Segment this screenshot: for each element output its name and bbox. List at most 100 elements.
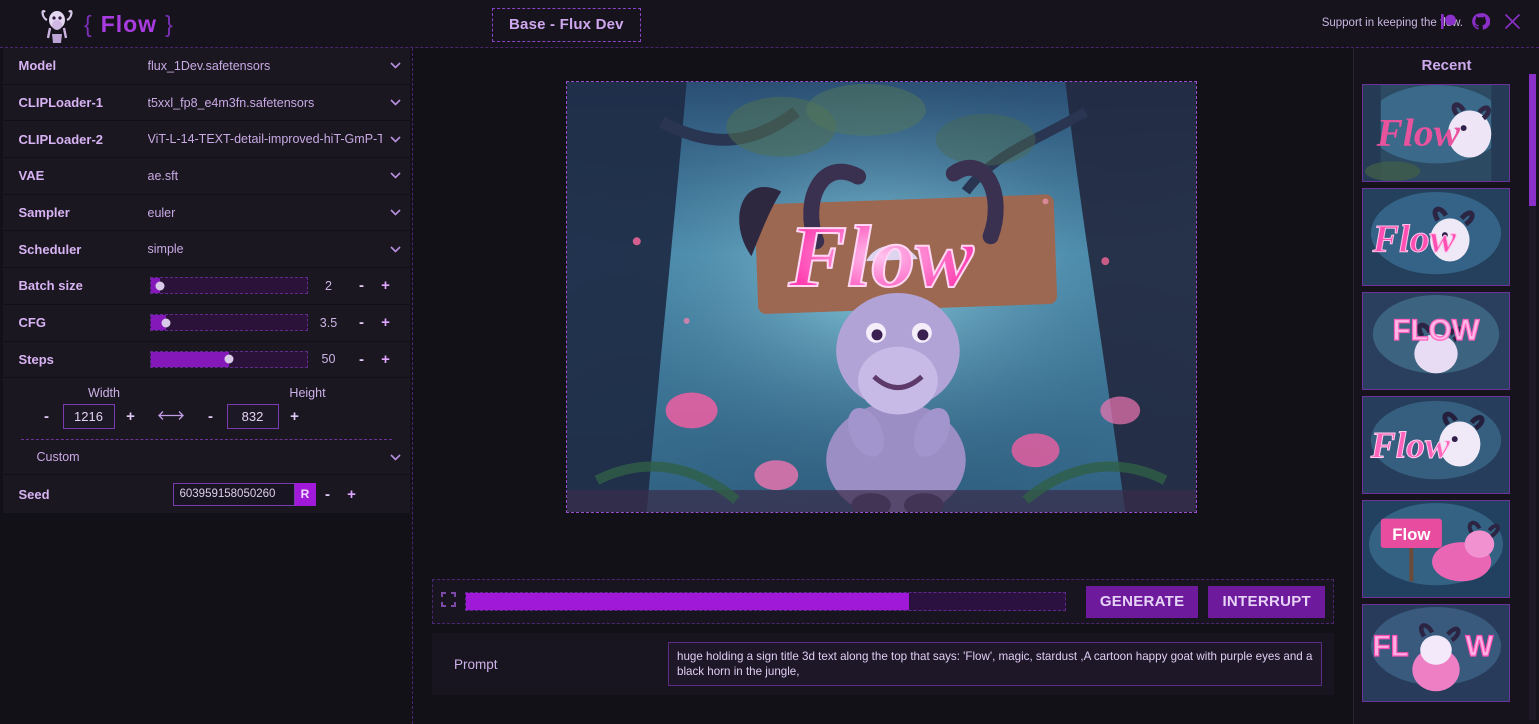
- dropdown-row-scheduler[interactable]: Scheduler simple: [2, 231, 410, 269]
- slider-thumb[interactable]: [155, 281, 165, 291]
- slider-thumb[interactable]: [161, 318, 171, 328]
- label-scheduler: Scheduler: [18, 241, 82, 257]
- dropdown-row-cliploader-1[interactable]: CLIPLoader-1 t5xxl_fp8_e4m3fn.safetensor…: [2, 84, 410, 122]
- generated-image: Flow: [567, 82, 1196, 512]
- value-sampler: euler: [147, 205, 176, 220]
- thumbnail-1[interactable]: Flow: [1362, 84, 1510, 182]
- progress-toolbar: GENERATE INTERRUPT: [432, 579, 1334, 624]
- decrement-steps[interactable]: -: [350, 351, 374, 368]
- slider-thumb[interactable]: [224, 354, 233, 364]
- decrement-batch-size[interactable]: -: [350, 277, 374, 294]
- chevron-down-icon[interactable]: [382, 172, 410, 180]
- svg-text:Flow: Flow: [787, 208, 974, 305]
- svg-text:Flow: Flow: [1392, 525, 1431, 544]
- increment-steps[interactable]: +: [374, 351, 398, 368]
- chevron-down-icon[interactable]: [382, 454, 410, 461]
- recent-thumbnail-list: Flow Flow FLOW Flow Flow FL W: [1362, 84, 1522, 708]
- label-cfg: CFG: [18, 315, 46, 331]
- slider-fill: [150, 351, 229, 367]
- github-icon[interactable]: [1471, 12, 1490, 31]
- chevron-down-icon[interactable]: [382, 209, 410, 216]
- chevron-down-icon[interactable]: [382, 99, 410, 106]
- height-input[interactable]: 832: [226, 404, 279, 430]
- dropdown-row-model[interactable]: Model flux_1Dev.safetensors: [2, 48, 410, 85]
- value-steps: 50: [321, 352, 336, 367]
- label-height: Height: [289, 386, 326, 401]
- fullscreen-icon[interactable]: [441, 591, 465, 612]
- chevron-down-icon[interactable]: [382, 246, 410, 253]
- value-cliploader-1: t5xxl_fp8_e4m3fn.safetensors: [147, 95, 315, 110]
- decrement-cfg[interactable]: -: [350, 314, 374, 331]
- brace-left: {: [84, 10, 93, 37]
- patreon-icon[interactable]: [1440, 13, 1457, 30]
- brace-right: }: [165, 10, 174, 37]
- scrollbar-thumb[interactable]: [1529, 74, 1536, 206]
- thumbnail-4[interactable]: Flow: [1362, 396, 1510, 494]
- settings-sidebar: Model flux_1Dev.safetensors CLIPLoader-1…: [0, 48, 413, 724]
- recent-scrollbar[interactable]: [1529, 74, 1536, 720]
- svg-text:Flow: Flow: [1376, 111, 1461, 155]
- prompt-area: Prompt: [432, 633, 1334, 695]
- size-preset-dropdown[interactable]: Custom: [3, 440, 410, 474]
- seed-input[interactable]: 603959158050260: [172, 482, 295, 506]
- label-sampler: Sampler: [18, 205, 70, 221]
- increment-width[interactable]: +: [115, 408, 147, 425]
- thumbnail-6[interactable]: FL W: [1362, 604, 1510, 702]
- slider-track-batch-size[interactable]: [149, 277, 308, 295]
- settings-panel: Model flux_1Dev.safetensors CLIPLoader-1…: [2, 48, 410, 514]
- value-model: flux_1Dev.safetensors: [147, 58, 271, 73]
- label-cliploader-2: CLIPLoader-2: [18, 131, 104, 147]
- slider-row-batch-size[interactable]: Batch size 2 - +: [2, 268, 410, 305]
- slider-row-steps[interactable]: Steps 50 - +: [2, 341, 410, 379]
- generated-image-frame[interactable]: Flow: [566, 81, 1197, 513]
- increment-batch-size[interactable]: +: [374, 277, 398, 294]
- interrupt-button[interactable]: INTERRUPT: [1208, 585, 1325, 618]
- prompt-input[interactable]: [668, 642, 1322, 686]
- decrement-seed[interactable]: -: [316, 486, 340, 503]
- value-cfg: 3.5: [319, 315, 338, 330]
- value-cliploader-2: ViT-L-14-TEXT-detail-improved-hiT-GmP-TE…: [147, 132, 382, 147]
- size-controls: - 1216 + - 832 +: [3, 404, 410, 439]
- dropdown-row-cliploader-2[interactable]: CLIPLoader-2 ViT-L-14-TEXT-detail-improv…: [2, 121, 410, 159]
- thumbnail-5[interactable]: Flow: [1362, 500, 1510, 598]
- slider-track-steps[interactable]: [149, 350, 308, 368]
- social-links: [1440, 12, 1521, 31]
- randomize-seed-button[interactable]: R: [294, 482, 316, 506]
- slider-track-cfg[interactable]: [149, 314, 308, 332]
- decrement-width[interactable]: -: [31, 408, 63, 425]
- thumbnail-3[interactable]: FLOW: [1362, 292, 1510, 390]
- width-input[interactable]: 1216: [62, 404, 115, 430]
- x-twitter-icon[interactable]: [1504, 13, 1521, 30]
- main-content: Flow GENERATE INTERRUPT Prompt huge hold…: [414, 48, 1352, 724]
- generate-button[interactable]: GENERATE: [1085, 585, 1199, 618]
- value-scheduler: simple: [147, 242, 184, 257]
- brand-name: Flow: [100, 10, 158, 37]
- chevron-down-icon[interactable]: [382, 136, 410, 143]
- goat-mascot-icon: [41, 10, 73, 43]
- progress-fill: [466, 593, 910, 610]
- label-width: Width: [88, 386, 120, 401]
- label-steps: Steps: [18, 351, 54, 367]
- dropdown-row-sampler[interactable]: Sampler euler: [2, 194, 410, 232]
- slider-row-cfg[interactable]: CFG 3.5 - +: [2, 304, 410, 342]
- generation-progress-bar: [465, 592, 1066, 611]
- brand-text: { Flow}: [84, 11, 174, 38]
- label-batch-size: Batch size: [18, 278, 83, 294]
- size-headers: Width Height: [3, 386, 410, 400]
- increment-seed[interactable]: +: [340, 486, 364, 503]
- thumbnail-2[interactable]: Flow: [1362, 188, 1510, 286]
- swap-horizontal-icon[interactable]: [147, 408, 195, 426]
- tab-base-flux-dev[interactable]: Base - Flux Dev: [492, 8, 641, 42]
- prompt-label: Prompt: [454, 656, 498, 672]
- increment-height[interactable]: +: [279, 408, 311, 425]
- brand: { Flow}: [38, 4, 174, 44]
- decrement-height[interactable]: -: [195, 408, 227, 425]
- size-preset-value: Custom: [36, 450, 80, 465]
- value-batch-size: 2: [325, 278, 332, 293]
- app-root: {Flow} Base - Flux Dev Support in keepin…: [0, 0, 1539, 724]
- svg-text:Flow: Flow: [1372, 217, 1457, 261]
- increment-cfg[interactable]: +: [374, 314, 398, 331]
- label-seed: Seed: [18, 486, 50, 502]
- chevron-down-icon[interactable]: [382, 62, 410, 69]
- dropdown-row-vae[interactable]: VAE ae.sft: [2, 158, 410, 195]
